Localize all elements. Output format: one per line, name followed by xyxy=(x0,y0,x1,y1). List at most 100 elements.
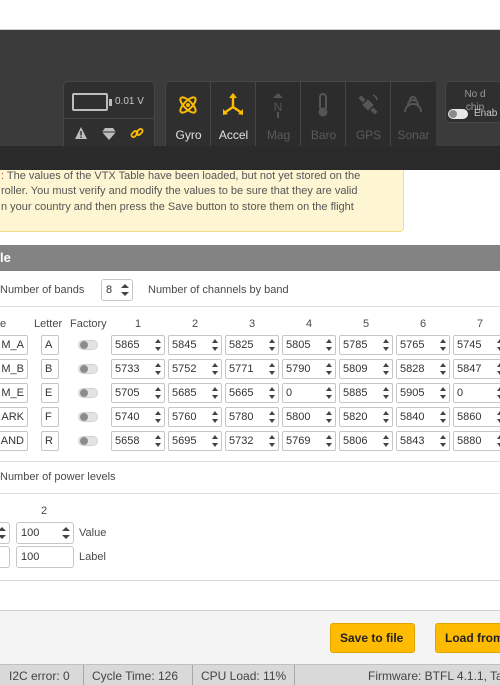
frequency-input[interactable]: 5695 xyxy=(168,431,222,451)
frequency-input[interactable]: 5760 xyxy=(168,407,222,427)
frequency-input[interactable]: 5885 xyxy=(339,383,393,403)
band-letter-input[interactable]: B xyxy=(41,359,59,379)
frequency-input[interactable]: 5732 xyxy=(225,431,279,451)
band-letter-input[interactable]: F xyxy=(41,407,59,427)
stepper-arrows-icon[interactable] xyxy=(212,434,219,448)
stepper-arrows-icon[interactable] xyxy=(269,434,276,448)
sonar-icon xyxy=(404,96,422,113)
factory-toggle[interactable] xyxy=(78,388,98,398)
frequency-input[interactable]: 5780 xyxy=(225,407,279,427)
stepper-arrows-icon[interactable] xyxy=(383,434,390,448)
band-name-input[interactable]: M_B xyxy=(0,359,28,379)
frequency-input[interactable]: 5845 xyxy=(168,335,222,355)
frequency-input[interactable]: 5843 xyxy=(396,431,450,451)
stepper-arrows-icon[interactable] xyxy=(0,525,6,541)
stepper-arrows-icon[interactable] xyxy=(155,410,162,424)
factory-toggle[interactable] xyxy=(78,340,98,350)
frequency-input[interactable]: 5752 xyxy=(168,359,222,379)
warning-note: : The values of the VTX Table have been … xyxy=(0,170,404,232)
factory-toggle[interactable] xyxy=(78,364,98,374)
cycle-time-status: Cycle Time: 126 xyxy=(92,669,179,683)
stepper-arrows-icon[interactable] xyxy=(269,338,276,352)
frequency-input[interactable]: 5771 xyxy=(225,359,279,379)
band-name-input[interactable]: M_A xyxy=(0,335,28,355)
factory-toggle[interactable] xyxy=(78,436,98,446)
stepper-arrows-icon[interactable] xyxy=(326,386,333,400)
stepper-arrows-icon[interactable] xyxy=(212,386,219,400)
expert-mode-toggle[interactable] xyxy=(448,109,468,119)
frequency-input[interactable]: 5828 xyxy=(396,359,450,379)
band-name-input[interactable]: AND xyxy=(0,431,28,451)
frequency-input[interactable]: 5800 xyxy=(282,407,336,427)
bands-stepper[interactable]: 8 xyxy=(101,279,133,301)
band-letter-input[interactable]: A xyxy=(41,335,59,355)
frequency-input[interactable]: 0 xyxy=(453,383,500,403)
stepper-arrows-icon[interactable] xyxy=(62,525,70,541)
frequency-input[interactable]: 5705 xyxy=(111,383,165,403)
frequency-input[interactable]: 5806 xyxy=(339,431,393,451)
save-to-file-button[interactable]: Save to file xyxy=(330,623,415,653)
frequency-input[interactable]: 5847 xyxy=(453,359,500,379)
stepper-arrows-icon[interactable] xyxy=(155,338,162,352)
frequency-input[interactable]: 5809 xyxy=(339,359,393,379)
power-label-input[interactable]: 100 xyxy=(16,546,74,568)
frequency-input[interactable]: 5825 xyxy=(225,335,279,355)
divider xyxy=(294,665,295,685)
frequency-input[interactable]: 5665 xyxy=(225,383,279,403)
frequency-input[interactable]: 5790 xyxy=(282,359,336,379)
stepper-arrows-icon[interactable] xyxy=(383,338,390,352)
band-name-input[interactable]: M_E xyxy=(0,383,28,403)
stepper-arrows-icon[interactable] xyxy=(121,282,129,298)
stepper-arrows-icon[interactable] xyxy=(155,386,162,400)
stepper-arrows-icon[interactable] xyxy=(326,338,333,352)
power-value-stepper-prev[interactable] xyxy=(0,522,10,544)
frequency-input[interactable]: 5865 xyxy=(111,335,165,355)
load-from-file-button[interactable]: Load from file xyxy=(435,623,500,653)
stepper-arrows-icon[interactable] xyxy=(269,362,276,376)
stepper-arrows-icon[interactable] xyxy=(212,410,219,424)
stepper-arrows-icon[interactable] xyxy=(155,362,162,376)
stepper-arrows-icon[interactable] xyxy=(440,386,447,400)
frequency-input[interactable]: 5740 xyxy=(111,407,165,427)
stepper-arrows-icon[interactable] xyxy=(269,410,276,424)
stepper-arrows-icon[interactable] xyxy=(326,410,333,424)
power-value-stepper[interactable]: 100 xyxy=(16,522,74,544)
stepper-arrows-icon[interactable] xyxy=(440,338,447,352)
frequency-input[interactable]: 5905 xyxy=(396,383,450,403)
stepper-arrows-icon[interactable] xyxy=(383,386,390,400)
stepper-arrows-icon[interactable] xyxy=(440,434,447,448)
stepper-arrows-icon[interactable] xyxy=(326,362,333,376)
factory-toggle[interactable] xyxy=(78,412,98,422)
stepper-arrows-icon[interactable] xyxy=(212,362,219,376)
cpu-load-status: CPU Load: 11% xyxy=(201,669,287,683)
stepper-arrows-icon[interactable] xyxy=(440,410,447,424)
band-name-input[interactable]: ARK xyxy=(0,407,28,427)
stepper-arrows-icon[interactable] xyxy=(383,362,390,376)
frequency-input[interactable]: 5880 xyxy=(453,431,500,451)
frequency-input[interactable]: 5658 xyxy=(111,431,165,451)
frequency-input[interactable]: 0 xyxy=(282,383,336,403)
stepper-arrows-icon[interactable] xyxy=(440,362,447,376)
stepper-arrows-icon[interactable] xyxy=(155,434,162,448)
col-header-channel: 5 xyxy=(363,318,370,330)
frequency-input[interactable]: 5820 xyxy=(339,407,393,427)
band-letter-input[interactable]: R xyxy=(41,431,59,451)
frequency-input[interactable]: 5840 xyxy=(396,407,450,427)
band-letter-input[interactable]: E xyxy=(41,383,59,403)
col-header-letter: Letter xyxy=(34,318,63,330)
frequency-input[interactable]: 5805 xyxy=(282,335,336,355)
power-label-input-prev[interactable] xyxy=(0,546,10,568)
stepper-arrows-icon[interactable] xyxy=(269,386,276,400)
frequency-input[interactable]: 5733 xyxy=(111,359,165,379)
frequency-input[interactable]: 5765 xyxy=(396,335,450,355)
frequency-input[interactable]: 5860 xyxy=(453,407,500,427)
frequency-input[interactable]: 5769 xyxy=(282,431,336,451)
frequency-input[interactable]: 5785 xyxy=(339,335,393,355)
frequency-input[interactable]: 5745 xyxy=(453,335,500,355)
stepper-arrows-icon[interactable] xyxy=(212,338,219,352)
col-header-factory: Factory xyxy=(70,318,107,330)
col-header-channel: 1 xyxy=(135,318,142,330)
stepper-arrows-icon[interactable] xyxy=(383,410,390,424)
stepper-arrows-icon[interactable] xyxy=(326,434,333,448)
frequency-input[interactable]: 5685 xyxy=(168,383,222,403)
